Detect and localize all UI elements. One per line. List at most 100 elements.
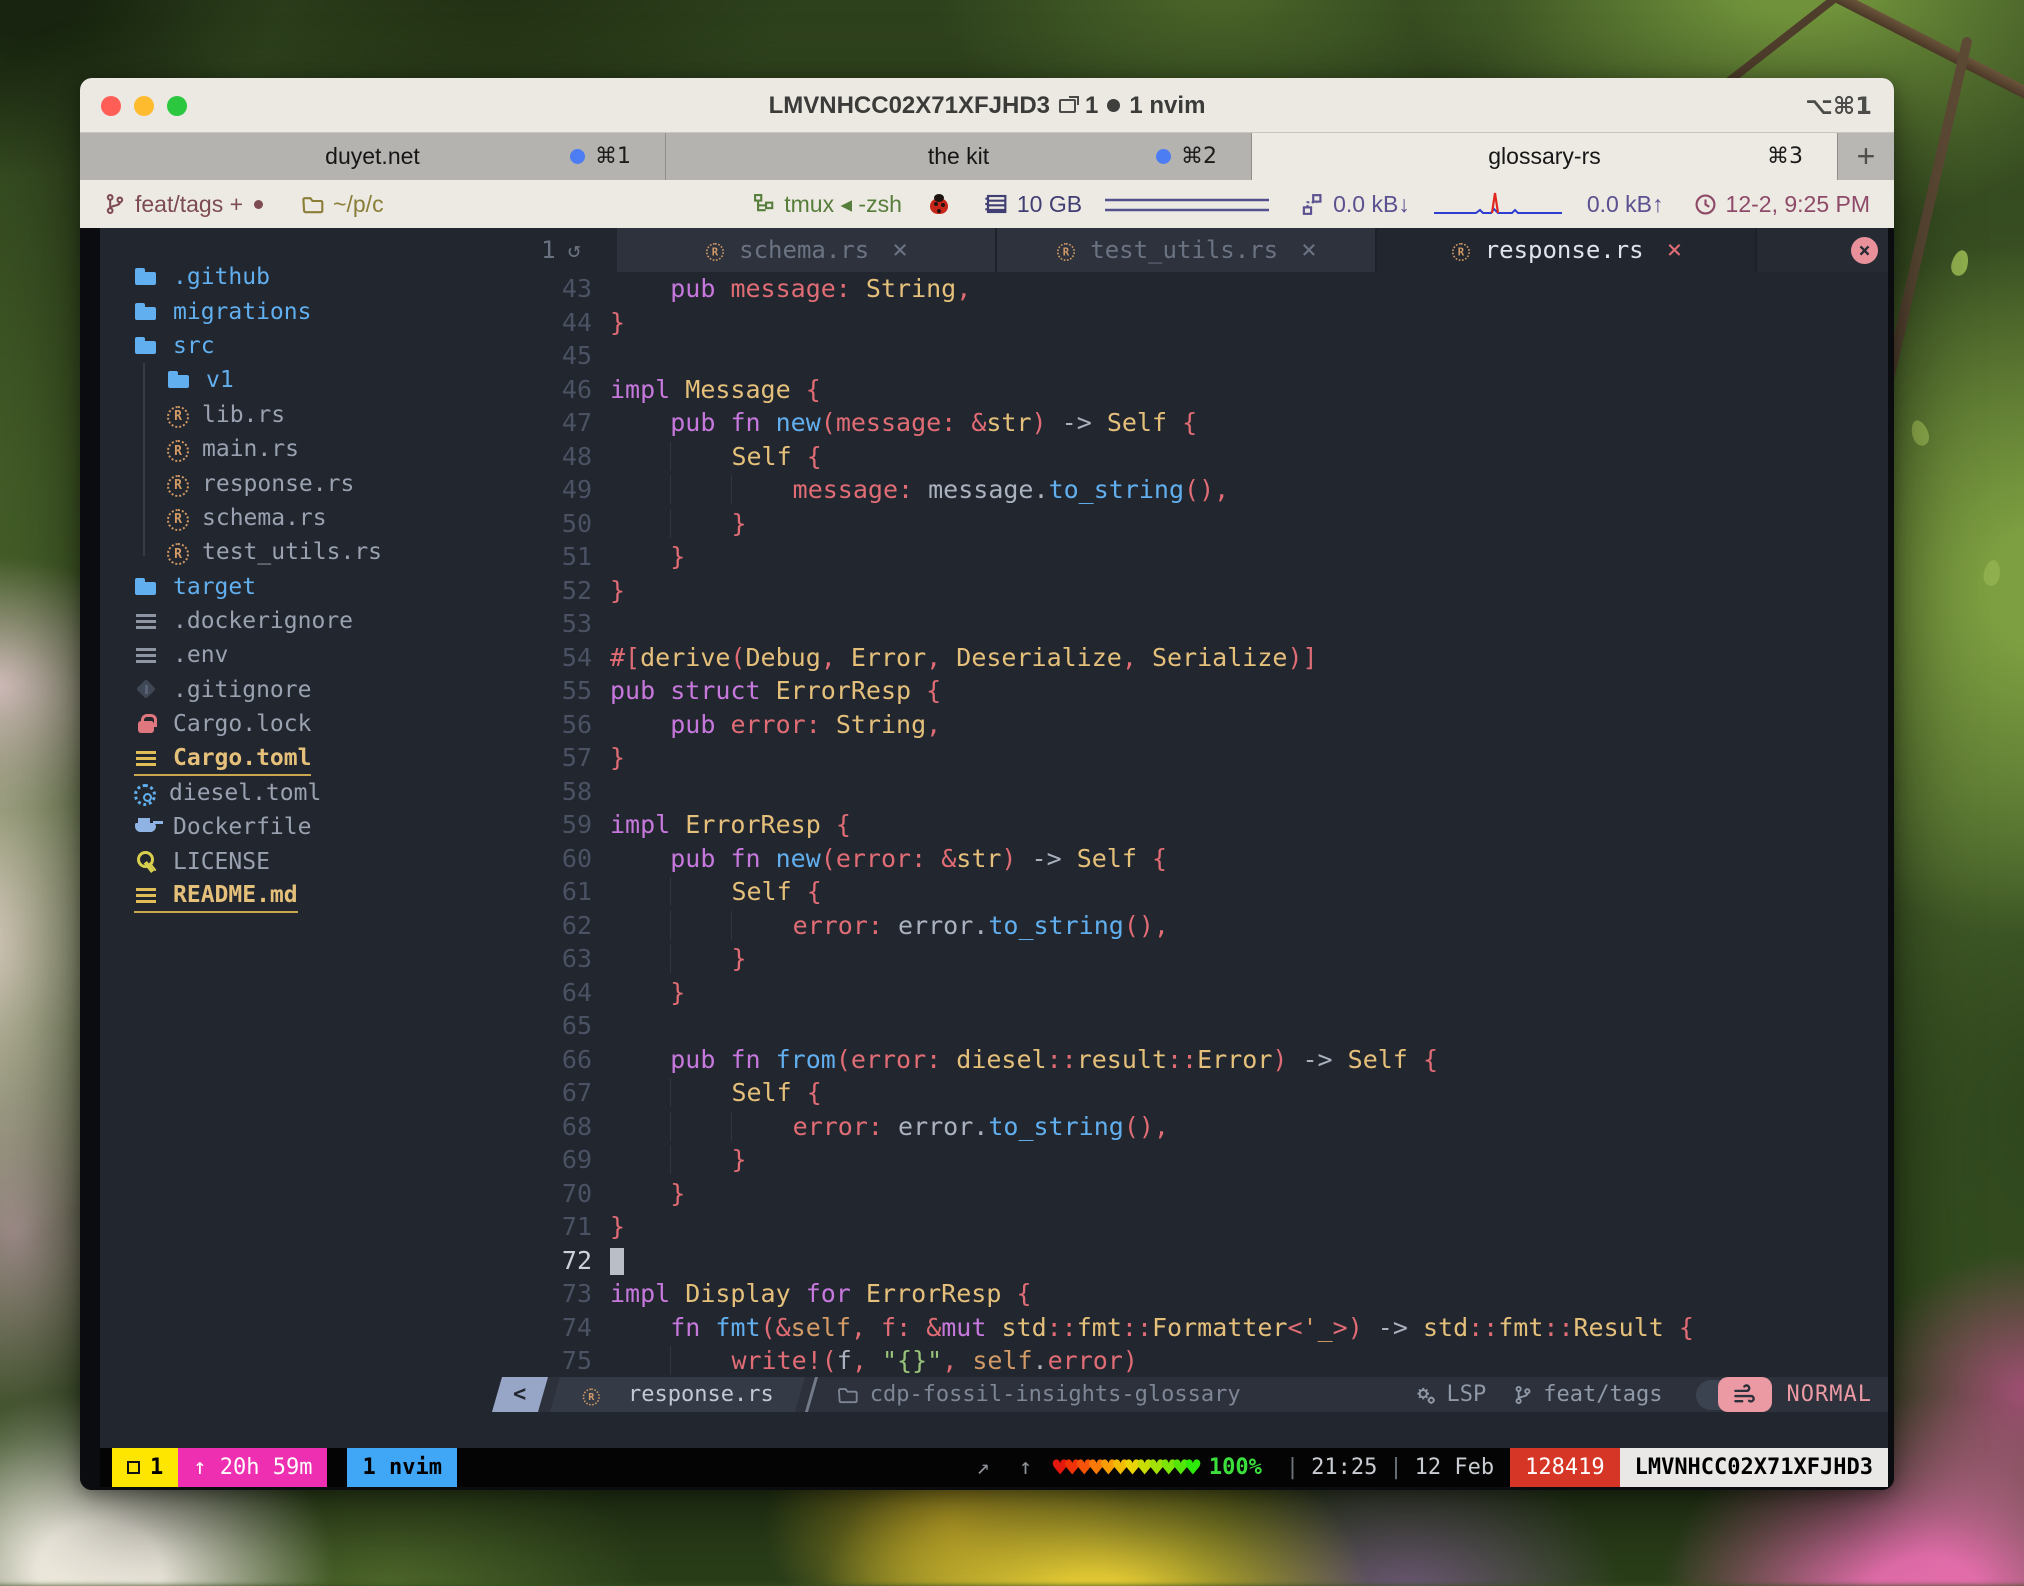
tree-item-.dockerignore[interactable]: .dockerignore (100, 604, 505, 638)
code-line-72[interactable]: 72 (505, 1244, 1888, 1278)
tmux-active-window[interactable]: 1 nvim (347, 1448, 456, 1487)
close-buffer-icon[interactable]: × (1301, 235, 1317, 265)
tree-item-label: .github (173, 264, 270, 290)
indent-guide (143, 398, 145, 432)
tree-item-migrations[interactable]: migrations (100, 294, 505, 328)
code-line-73[interactable]: 73impl Display for ErrorResp { (505, 1277, 1888, 1311)
network-down-indicator: 0.0 kB↓ (1301, 191, 1410, 218)
code-line-61[interactable]: 61 Self { (505, 875, 1888, 909)
code-text: } (610, 743, 625, 772)
code-line-69[interactable]: 69 } (505, 1143, 1888, 1177)
rust-icon (1452, 243, 1470, 261)
line-number: 57 (505, 743, 592, 772)
code-text: impl ErrorResp { (610, 810, 851, 839)
statusline-divider (805, 1377, 818, 1412)
code-line-53[interactable]: 53 (505, 607, 1888, 641)
code-line-43[interactable]: 43 pub message: String, (505, 272, 1888, 306)
code-line-59[interactable]: 59impl ErrorResp { (505, 808, 1888, 842)
tree-item-.env[interactable]: .env (100, 638, 505, 672)
statusline-left-marker[interactable]: < (492, 1377, 548, 1412)
tree-item-LICENSE[interactable]: LICENSE (100, 845, 505, 879)
code-line-48[interactable]: 48 Self { (505, 440, 1888, 474)
code-line-60[interactable]: 60 pub fn new(error: &str) -> Self { (505, 842, 1888, 876)
code-line-51[interactable]: 51 } (505, 540, 1888, 574)
code-line-65[interactable]: 65 (505, 1009, 1888, 1043)
close-buffer-icon[interactable]: × (892, 235, 908, 265)
code-line-44[interactable]: 44} (505, 306, 1888, 340)
tree-item-Cargo.lock[interactable]: Cargo.lock (100, 707, 505, 741)
code-line-58[interactable]: 58 (505, 775, 1888, 809)
code-text (610, 1246, 624, 1276)
tree-item-main.rs[interactable]: main.rs (100, 432, 505, 466)
tree-item-label: diesel.toml (169, 780, 321, 806)
code-line-70[interactable]: 70 } (505, 1177, 1888, 1211)
tree-item-response.rs[interactable]: response.rs (100, 466, 505, 500)
tree-item-.gitignore[interactable]: .gitignore (100, 673, 505, 707)
statusline-file-label: response.rs (628, 1382, 774, 1407)
tree-item-label: LICENSE (173, 849, 270, 875)
clock-icon (1694, 193, 1717, 216)
close-buffer-icon[interactable]: × (1667, 235, 1683, 265)
tmux-window-index[interactable]: 1 (112, 1448, 178, 1487)
command-line[interactable] (100, 1412, 1888, 1448)
code-line-67[interactable]: 67 Self { (505, 1076, 1888, 1110)
tree-item-v1[interactable]: v1 (100, 363, 505, 397)
code-line-56[interactable]: 56 pub error: String, (505, 708, 1888, 742)
code-line-50[interactable]: 50 } (505, 507, 1888, 541)
code-line-52[interactable]: 52} (505, 574, 1888, 608)
buffer-tab-test_utils.rs[interactable]: test_utils.rs× (997, 228, 1377, 272)
network-icon (1301, 193, 1324, 216)
tabline-pane-indicator: 1 ↺ (505, 228, 617, 272)
tree-item-.github[interactable]: .github (100, 260, 505, 294)
tree-item-Cargo.toml[interactable]: Cargo.toml (100, 741, 505, 775)
git-branch-label: feat/tags + (135, 191, 243, 218)
buffer-tab-response.rs[interactable]: response.rs× (1377, 228, 1757, 272)
tree-item-test_utils.rs[interactable]: test_utils.rs (100, 535, 505, 569)
code-line-64[interactable]: 64 } (505, 976, 1888, 1010)
net-up-label: 0.0 kB↑ (1587, 191, 1664, 218)
code-line-63[interactable]: 63 } (505, 942, 1888, 976)
tab-the kit[interactable]: the kit⌘2 (666, 133, 1252, 180)
process-tree-icon (753, 193, 775, 215)
line-number: 67 (505, 1078, 592, 1107)
code-line-54[interactable]: 54#[derive(Debug, Error, Deserialize, Se… (505, 641, 1888, 675)
new-tab-button[interactable]: + (1838, 133, 1894, 180)
code-text: write!(f, "{}", self.error) (610, 1346, 1138, 1375)
code-line-68[interactable]: 68 error: error.to_string(), (505, 1110, 1888, 1144)
code-text: error: error.to_string(), (610, 1112, 1169, 1141)
tree-item-label: .gitignore (173, 677, 311, 703)
code-line-71[interactable]: 71} (505, 1210, 1888, 1244)
tree-item-Dockerfile[interactable]: Dockerfile (100, 810, 505, 844)
code-line-57[interactable]: 57} (505, 741, 1888, 775)
code-line-49[interactable]: 49 message: message.to_string(), (505, 473, 1888, 507)
tree-item-schema.rs[interactable]: schema.rs (100, 501, 505, 535)
code-text: } (610, 978, 685, 1007)
close-all-buffers-button[interactable]: × (1851, 237, 1878, 264)
tab-glossary-rs[interactable]: glossary-rs⌘3 (1252, 133, 1838, 180)
window-titlebar[interactable]: LMVNHCC02X71XFJHD3 1 1 nvim ⌥⌘1 (80, 78, 1894, 133)
tree-item-diesel.toml[interactable]: diesel.toml (100, 776, 505, 810)
window-hotkey: ⌥⌘1 (1805, 78, 1872, 133)
tab-duyet.net[interactable]: duyet.net⌘1 (80, 133, 666, 180)
code-line-75[interactable]: 75 write!(f, "{}", self.error) (505, 1344, 1888, 1377)
tree-item-README.md[interactable]: README.md (100, 879, 505, 913)
tree-item-inner: .gitignore (134, 673, 311, 707)
code-line-47[interactable]: 47 pub fn new(message: &str) -> Self { (505, 406, 1888, 440)
tree-item-label: src (173, 333, 215, 359)
tree-item-src[interactable]: src (100, 329, 505, 363)
code-line-55[interactable]: 55pub struct ErrorResp { (505, 674, 1888, 708)
file-tree-panel[interactable]: .github migrations src v1lib.rsmain.rsrespo… (100, 228, 505, 1412)
code-line-62[interactable]: 62 error: error.to_string(), (505, 909, 1888, 943)
code-line-66[interactable]: 66 pub fn from(error: diesel::result::Er… (505, 1043, 1888, 1077)
buffer-tab-schema.rs[interactable]: schema.rs× (617, 228, 997, 272)
code-line-46[interactable]: 46impl Message { (505, 373, 1888, 407)
session-indicator: tmux ◂ -zsh (753, 191, 902, 218)
code-editor[interactable]: 43 pub message: String,44}4546impl Messa… (505, 272, 1888, 1377)
line-number: 72 (505, 1246, 592, 1275)
code-line-45[interactable]: 45 (505, 339, 1888, 373)
code-line-74[interactable]: 74 fn fmt(&self, f: &mut std::fmt::Forma… (505, 1311, 1888, 1345)
tree-item-target[interactable]: target (100, 570, 505, 604)
tab-shortcut-group: ⌘3 (1767, 133, 1803, 180)
line-number: 64 (505, 978, 592, 1007)
tree-item-lib.rs[interactable]: lib.rs (100, 398, 505, 432)
